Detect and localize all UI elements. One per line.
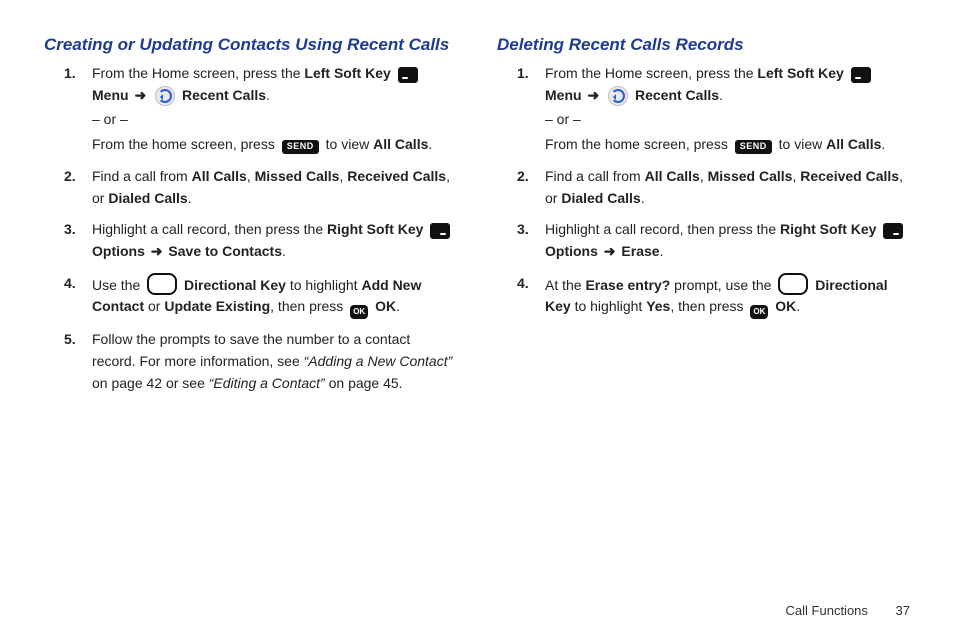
text: Highlight a call record, then press the: [545, 221, 780, 237]
arrow-icon: ➜: [134, 87, 146, 103]
right-step-2: Find a call from All Calls, Missed Calls…: [545, 166, 910, 209]
right-step-3: Highlight a call record, then press the …: [545, 219, 910, 262]
bold: All Calls: [645, 168, 700, 184]
text: .: [641, 190, 645, 206]
text: to highlight: [286, 277, 362, 293]
text: to highlight: [571, 298, 647, 314]
ok-key-icon: OK: [750, 305, 768, 319]
text: .: [282, 243, 286, 259]
page-footer: Call Functions 37: [44, 595, 910, 636]
bold: Dialed Calls: [561, 190, 640, 206]
text: on page 45.: [325, 375, 403, 391]
left-steps: From the Home screen, press the Left Sof…: [44, 63, 457, 394]
directional-key-icon: [147, 273, 177, 295]
bold: Missed Calls: [708, 168, 793, 184]
text: Highlight a call record, then press the: [92, 221, 327, 237]
right-column: Deleting Recent Calls Records From the H…: [497, 34, 910, 595]
bold: Menu: [92, 87, 129, 103]
footer-page-number: 37: [896, 603, 910, 618]
bold: Missed Calls: [255, 168, 340, 184]
right-step-4: At the Erase entry? prompt, use the Dire…: [545, 273, 910, 320]
bold: All Calls: [373, 136, 428, 152]
text: .: [428, 136, 432, 152]
bold: OK: [375, 298, 396, 314]
text: .: [796, 298, 800, 314]
text: or: [144, 298, 164, 314]
left-step-1: From the Home screen, press the Left Sof…: [92, 63, 457, 156]
arrow-icon: ➜: [587, 87, 599, 103]
left-column: Creating or Updating Contacts Using Rece…: [44, 34, 457, 595]
text: .: [396, 298, 400, 314]
bold: All Calls: [826, 136, 881, 152]
text: .: [660, 243, 664, 259]
bold: Erase entry?: [585, 277, 670, 293]
right-heading: Deleting Recent Calls Records: [497, 34, 910, 55]
text: , then press: [270, 298, 347, 314]
page: Creating or Updating Contacts Using Rece…: [0, 0, 954, 636]
bold: All Calls: [192, 168, 247, 184]
recent-calls-icon: [155, 86, 175, 106]
left-heading: Creating or Updating Contacts Using Rece…: [44, 34, 457, 55]
two-column-layout: Creating or Updating Contacts Using Rece…: [44, 34, 910, 595]
text: to view: [326, 136, 373, 152]
bold: Erase: [621, 243, 659, 259]
bold: Recent Calls: [182, 87, 266, 103]
text: From the home screen, press: [92, 136, 279, 152]
bold: Menu: [545, 87, 582, 103]
cross-ref: “Editing a Contact”: [209, 375, 325, 391]
right-soft-key-icon: [883, 223, 903, 239]
bold: Options: [92, 243, 145, 259]
text: At the: [545, 277, 585, 293]
left-step-5: Follow the prompts to save the number to…: [92, 329, 457, 394]
bold: Received Calls: [347, 168, 446, 184]
bold: Directional Key: [184, 277, 286, 293]
text: Use the: [92, 277, 144, 293]
left-step-2: Find a call from All Calls, Missed Calls…: [92, 166, 457, 209]
cross-ref: “Adding a New Contact”: [304, 353, 453, 369]
bold: OK: [775, 298, 796, 314]
text: From the Home screen, press the: [545, 65, 757, 81]
arrow-icon: ➜: [151, 243, 163, 259]
send-key-icon: SEND: [282, 140, 319, 154]
ok-key-icon: OK: [350, 305, 368, 319]
bold: Dialed Calls: [108, 190, 187, 206]
right-step-1: From the Home screen, press the Left Sof…: [545, 63, 910, 156]
bold: Save to Contacts: [168, 243, 282, 259]
recent-calls-icon: [608, 86, 628, 106]
bold: Received Calls: [800, 168, 899, 184]
right-soft-key-icon: [430, 223, 450, 239]
arrow-icon: ➜: [604, 243, 616, 259]
left-soft-key-icon: [851, 67, 871, 83]
bold: Left Soft Key: [304, 65, 390, 81]
text: From the home screen, press: [545, 136, 732, 152]
text: .: [881, 136, 885, 152]
footer-section-name: Call Functions: [786, 603, 868, 618]
text: prompt, use the: [670, 277, 775, 293]
bold: Right Soft Key: [780, 221, 876, 237]
bold: Recent Calls: [635, 87, 719, 103]
bold: Left Soft Key: [757, 65, 843, 81]
text: , then press: [670, 298, 747, 314]
or-divider: – or –: [545, 109, 910, 131]
bold: Yes: [646, 298, 670, 314]
text: ,: [700, 168, 708, 184]
directional-key-icon: [778, 273, 808, 295]
text: Find a call from: [545, 168, 645, 184]
left-soft-key-icon: [398, 67, 418, 83]
text: to view: [779, 136, 826, 152]
bold: Update Existing: [164, 298, 270, 314]
right-steps: From the Home screen, press the Left Sof…: [497, 63, 910, 319]
text: on page 42 or see: [92, 375, 209, 391]
bold: Options: [545, 243, 598, 259]
text: From the Home screen, press the: [92, 65, 304, 81]
left-step-4: Use the Directional Key to highlight Add…: [92, 273, 457, 320]
or-divider: – or –: [92, 109, 457, 131]
text: .: [188, 190, 192, 206]
text: Find a call from: [92, 168, 192, 184]
text: ,: [247, 168, 255, 184]
send-key-icon: SEND: [735, 140, 772, 154]
bold: Right Soft Key: [327, 221, 423, 237]
left-step-3: Highlight a call record, then press the …: [92, 219, 457, 262]
